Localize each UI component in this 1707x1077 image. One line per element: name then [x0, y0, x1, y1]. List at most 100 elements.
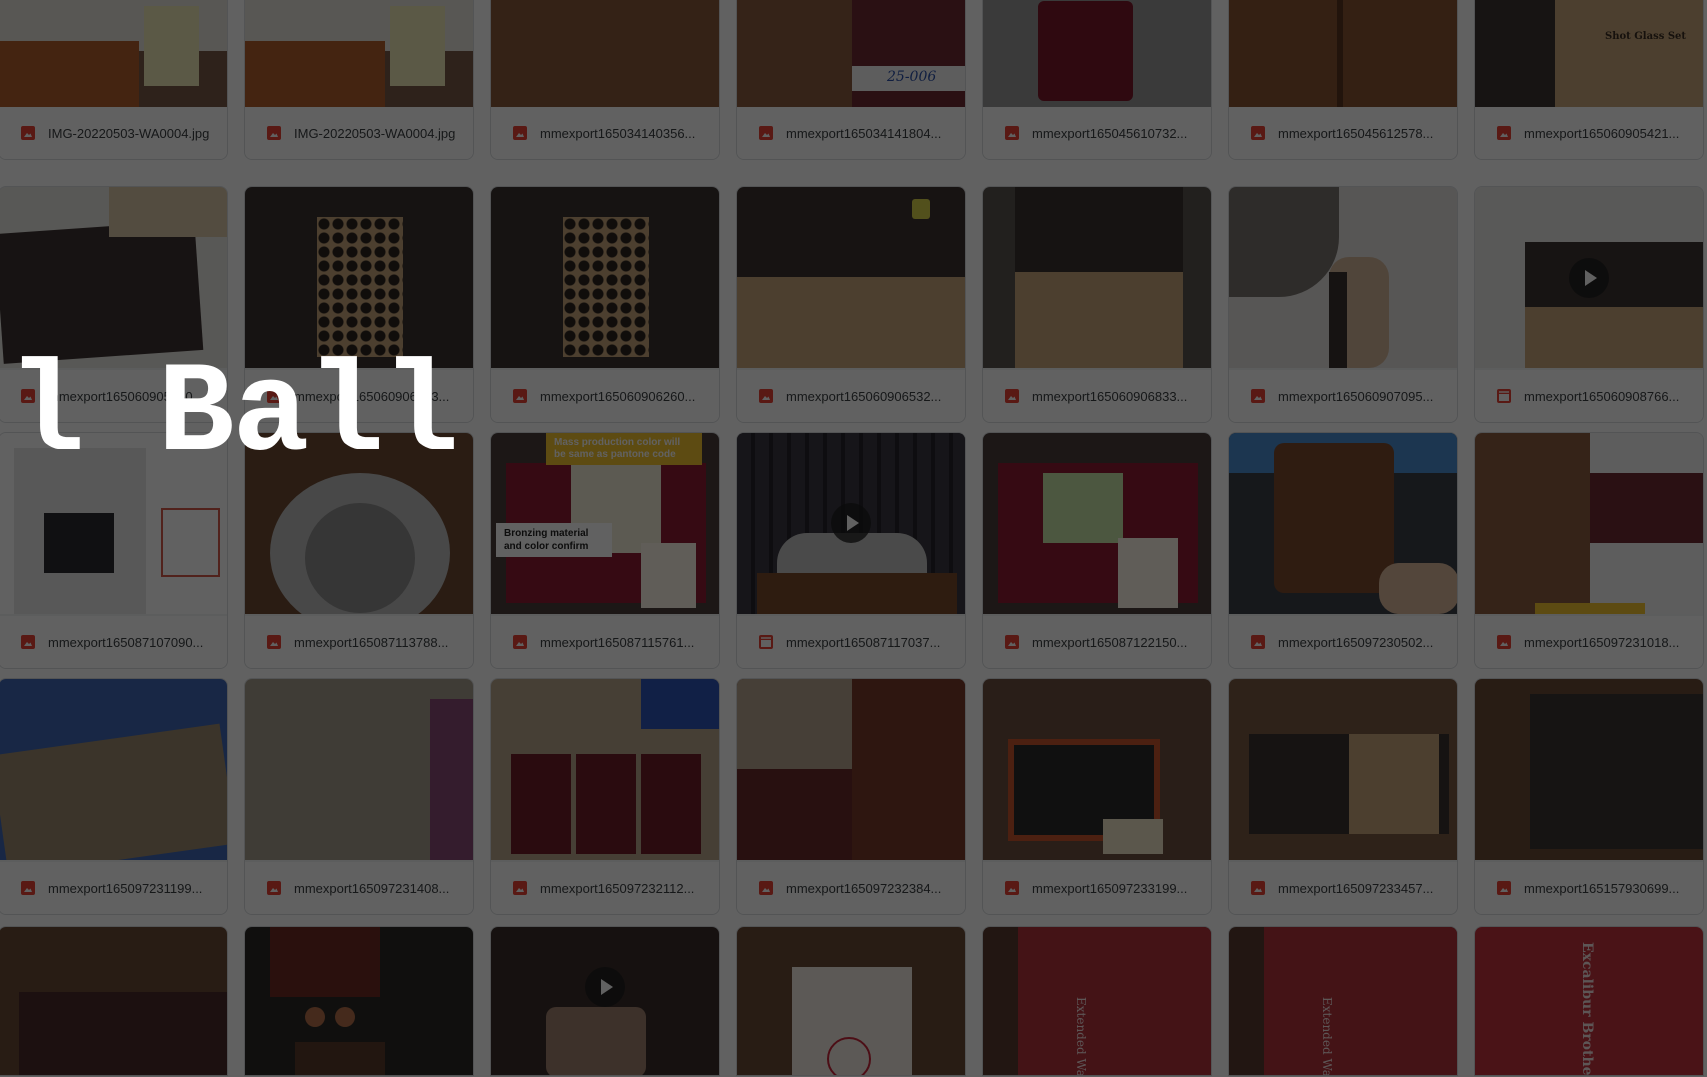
play-icon	[831, 503, 871, 543]
file-label-row: mmexport165097233457...	[1229, 862, 1457, 914]
image-file-icon	[1251, 126, 1265, 140]
file-thumbnail	[491, 0, 719, 109]
file-thumbnail	[983, 679, 1211, 860]
file-card[interactable]: mmexport165060907095...	[1228, 186, 1458, 423]
file-card[interactable]: mmexport165097231018...	[1474, 432, 1704, 669]
image-file-icon	[1251, 635, 1265, 649]
file-label-row: mmexport165087115761...	[491, 616, 719, 668]
file-name: mmexport165060906532...	[786, 388, 942, 404]
file-card[interactable]: mmexport165060906532...	[736, 186, 966, 423]
image-file-icon	[1005, 126, 1019, 140]
image-file-icon	[1497, 635, 1511, 649]
file-card[interactable]: Extended Warranty	[982, 926, 1212, 1076]
shot-glass-set-label: Shot Glass Set	[1605, 31, 1687, 42]
file-label-row: mmexport165157930699...	[1475, 862, 1703, 914]
file-name: mmexport165097231018...	[1524, 634, 1680, 650]
file-card[interactable]: Extended Warranty	[1228, 926, 1458, 1076]
bronzing-note: Bronzing material and color confirm	[496, 523, 612, 557]
file-label-row: mmexport165060905421...	[1475, 107, 1703, 159]
image-file-icon	[513, 881, 527, 895]
image-file-icon	[513, 635, 527, 649]
file-label-row: mmexport165097230502...	[1229, 616, 1457, 668]
file-card[interactable]: IMG-20220503-WA0004.jpg	[244, 0, 474, 160]
image-file-icon	[1005, 881, 1019, 895]
play-icon	[1569, 257, 1609, 298]
file-label-row: mmexport165045612578...	[1229, 107, 1457, 159]
file-card[interactable]: mmexport165097231408...	[244, 678, 474, 915]
file-label-row: mmexport165060906532...	[737, 370, 965, 422]
file-name: IMG-20220503-WA0004.jpg	[48, 125, 210, 141]
file-thumbnail	[1475, 187, 1703, 368]
file-card[interactable]: Shot Glass Set mmexport165060905421...	[1474, 0, 1704, 160]
file-label-row: mmexport165034140356...	[491, 107, 719, 159]
file-name: mmexport165034141804...	[786, 125, 942, 141]
file-name: IMG-20220503-WA0004.jpg	[294, 125, 456, 141]
file-name: mmexport165157930699...	[1524, 880, 1680, 896]
image-file-icon	[267, 126, 281, 140]
brand-card-text: Excalibur Brothers	[1579, 942, 1595, 1076]
file-card[interactable]: mmexport165087117037...	[736, 432, 966, 669]
file-label-row: mmexport165060907095...	[1229, 370, 1457, 422]
file-card[interactable]: Mass production color will be same as pa…	[490, 432, 720, 669]
file-card[interactable]: mmexport165097231199...	[0, 678, 228, 915]
file-label-row: mmexport165097232112...	[491, 862, 719, 914]
file-name: mmexport165060906833...	[1032, 388, 1188, 404]
image-file-icon	[267, 635, 281, 649]
file-card[interactable]: mmexport165097232112...	[490, 678, 720, 915]
file-card[interactable]: mmexport165045610732...	[982, 0, 1212, 160]
file-name: mmexport165045610732...	[1032, 125, 1188, 141]
file-grid: IMG-20220503-WA0004.jpg IMG-20220503-WA0…	[0, 0, 1707, 1077]
file-name: mmexport165087115761...	[540, 634, 695, 650]
file-card[interactable]	[0, 926, 228, 1076]
file-name: mmexport165097230502...	[1278, 634, 1434, 650]
file-name: mmexport165097233457...	[1278, 880, 1434, 896]
file-label-row: mmexport165097231199...	[0, 862, 227, 914]
extended-warranty-text: Extended Warranty	[1320, 997, 1334, 1076]
file-label-row: mmexport165034141804...	[737, 107, 965, 159]
file-thumbnail	[245, 679, 473, 860]
file-name: mmexport165034140356...	[540, 125, 696, 141]
file-card[interactable]: mmexport165157930699...	[1474, 678, 1704, 915]
file-label-row: mmexport165097231408...	[245, 862, 473, 914]
file-thumbnail: Mass production color will be same as pa…	[491, 433, 719, 614]
image-file-icon	[1005, 389, 1019, 403]
file-card[interactable]: mmexport165087122150...	[982, 432, 1212, 669]
video-file-icon	[759, 635, 773, 649]
file-card[interactable]: mmexport165045612578...	[1228, 0, 1458, 160]
file-thumbnail	[983, 187, 1211, 368]
file-card[interactable]: mmexport165060906833...	[982, 186, 1212, 423]
file-thumbnail	[1229, 433, 1457, 614]
file-label-row: mmexport165097231018...	[1475, 616, 1703, 668]
image-file-icon	[1497, 126, 1511, 140]
file-card[interactable]: mmexport165097230502...	[1228, 432, 1458, 669]
file-name: mmexport165060908766...	[1524, 388, 1680, 404]
file-card[interactable]: mmexport165034140356...	[490, 0, 720, 160]
file-card[interactable]	[244, 926, 474, 1076]
image-file-icon	[21, 881, 35, 895]
file-thumbnail	[491, 927, 719, 1075]
file-thumbnail	[0, 927, 227, 1075]
file-label-row: mmexport165097233199...	[983, 862, 1211, 914]
file-label-row: mmexport165045610732...	[983, 107, 1211, 159]
image-file-icon	[267, 881, 281, 895]
file-name: mmexport165087122150...	[1032, 634, 1188, 650]
file-card[interactable]: Excalibur Brothers	[1474, 926, 1704, 1076]
file-label-row: mmexport165060906260...	[491, 370, 719, 422]
file-name: mmexport165097232112...	[540, 880, 695, 896]
file-thumbnail	[245, 187, 473, 368]
file-card[interactable]: mmexport165097232384...	[736, 678, 966, 915]
file-card[interactable]: mmexport165097233457...	[1228, 678, 1458, 915]
file-label-row: mmexport165087122150...	[983, 616, 1211, 668]
file-card[interactable]: IMG-20220503-WA0004.jpg	[0, 0, 228, 160]
file-label-row: mmexport165087117037...	[737, 616, 965, 668]
file-thumbnail	[737, 679, 965, 860]
file-card[interactable]: mmexport165097233199...	[982, 678, 1212, 915]
image-file-icon	[1497, 881, 1511, 895]
file-thumbnail	[737, 433, 965, 614]
file-card[interactable]	[736, 926, 966, 1076]
file-card[interactable]: mmexport165060906260...	[490, 186, 720, 423]
file-card[interactable]: mmexport165060908766...	[1474, 186, 1704, 423]
file-thumbnail	[491, 187, 719, 368]
file-card[interactable]	[490, 926, 720, 1076]
file-card[interactable]: 25-006 mmexport165034141804...	[736, 0, 966, 160]
